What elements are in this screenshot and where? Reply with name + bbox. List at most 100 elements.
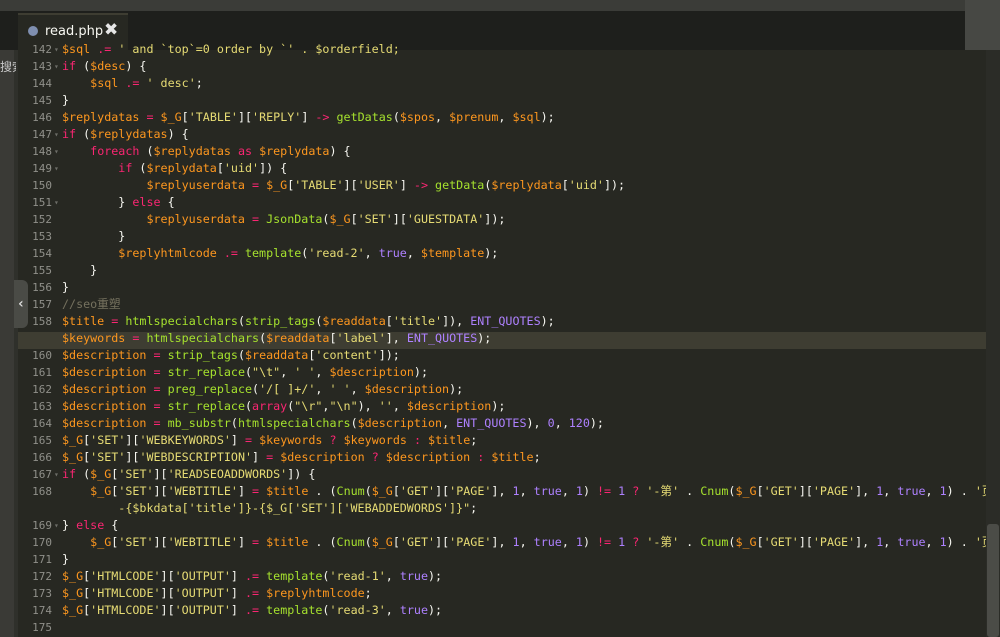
code-token: $_G [371,535,393,549]
code-line[interactable]: if ($_G['SET']['READSEOADDWORDS']) { [62,466,315,483]
code-token: ? [625,484,647,498]
code-token: ), [357,399,379,413]
code-line[interactable]: } [62,279,69,296]
code-line[interactable]: if ($desc) { [62,58,146,75]
code-token: $_G [62,586,84,600]
code-token: $desc [90,59,126,73]
code-token: ][ [798,484,813,498]
line-number: 166 [32,451,52,464]
code-line[interactable]: $_G['HTMLCODE']['OUTPUT'] .= template('r… [62,602,442,619]
code-line[interactable]: $description = preg_replace('/[ ]+/', ' … [62,381,463,398]
fold-arrow-icon[interactable]: ▾ [54,160,62,177]
line-number: 147 [32,128,52,141]
code-line[interactable]: $replyhtmlcode .= template('read-2', tru… [62,245,498,262]
code-line[interactable]: $sql .= ' and `top`=0 order by `' . $ord… [62,41,400,58]
code-token: ( [139,144,154,158]
code-line[interactable]: $_G['SET']['WEBTITLE'] = $title . (Cnum(… [62,483,986,500]
code-line[interactable]: $_G['HTMLCODE']['OUTPUT'] .= template('r… [62,568,442,585]
fold-arrow-icon[interactable]: ▾ [54,143,62,160]
fold-arrow-icon[interactable]: ▾ [54,466,62,483]
code-token: preg_replace [167,382,253,396]
code-line[interactable]: $_G['HTMLCODE']['OUTPUT'] .= $replyhtmlc… [62,585,372,602]
code-line[interactable]: $description = strip_tags($readdata['con… [62,347,400,364]
code-token: strip_tags [167,348,238,362]
code-token: ] [230,569,238,583]
code-line[interactable]: -{$bkdata['title']}-{$_G['SET']['WEBADDE… [62,500,477,517]
code-line[interactable]: $sql .= ' desc'; [62,75,203,92]
code-token: .= [237,586,267,600]
code-token: 'GET' [399,484,436,498]
code-token: [ [350,212,358,226]
code-line[interactable]: } else { [62,517,118,534]
code-token: ' ' [329,382,351,396]
code-token: [ [756,484,764,498]
code-line[interactable]: $description = str_replace(array("\r","\… [62,398,505,415]
code-token: 'uid' [568,178,604,192]
close-tab-icon[interactable]: ✖ [104,20,118,40]
code-line[interactable]: $replyuserdata = JsonData($_G['SET']['GU… [62,211,505,228]
code-token: $title [428,433,471,447]
code-token: -{$bkdata['title']}-{$_G['SET']['WEBADDE… [118,501,471,515]
vertical-scrollbar[interactable] [986,50,1000,637]
code-token: , [519,535,534,549]
code-token: $description [385,450,471,464]
code-line[interactable]: $description = str_replace("\t", ' ', $d… [62,364,428,381]
code-line[interactable]: } [62,92,69,109]
code-line[interactable]: $_G['SET']['WEBTITLE'] = $title . (Cnum(… [62,534,986,551]
code-token: $description [329,365,414,379]
code-line[interactable]: if ($replydatas) { [62,126,189,143]
code-line[interactable]: //seo重塑 [62,296,121,313]
code-token: 'SET' [90,450,126,464]
code-token: ]) { [259,161,288,175]
code-token: ] [237,484,246,498]
code-token: ENT_QUOTES [456,416,527,430]
code-token: $_G [160,110,182,124]
code-token: , [519,484,534,498]
code-line[interactable]: $_G['SET']['WEBDESCRIPTION'] = $descript… [62,449,541,466]
code-token: $_G [735,484,757,498]
code-token: ( [392,110,400,124]
code-token: ( [244,365,253,379]
code-line[interactable]: $replyuserdata = $_G ['TABLE']['USER'] ->… [62,177,625,194]
fold-arrow-icon[interactable]: ▾ [54,194,62,211]
code-token: [ [329,331,337,345]
code-editor[interactable]: $sql .= ' and `top`=0 order by `' . $ord… [62,40,986,637]
scrollbar-thumb[interactable] [987,524,999,637]
code-line[interactable]: } else { [62,194,174,211]
code-token: != [597,535,612,549]
code-line[interactable]: $replydatas = $_G['TABLE']['REPLY'] -> g… [62,109,555,126]
search-panel-label[interactable]: 搜索 [0,58,16,75]
line-number: 165 [32,434,52,447]
fold-arrow-icon[interactable]: ▾ [54,58,62,75]
collapse-panel-button[interactable]: ‹ [14,280,28,328]
code-token: , [392,399,407,413]
code-line[interactable]: } [62,228,125,245]
code-token: ) { [329,144,351,158]
code-token: ? [322,433,344,447]
code-token: 'PAGE' [812,535,856,549]
code-token: ][ [125,433,140,447]
code-token: 1 [512,484,520,498]
code-line[interactable]: $description = mb_substr(htmlspecialchar… [62,415,604,432]
line-number: 142 [32,43,52,56]
code-line[interactable]: } [62,262,97,279]
code-line[interactable]: if ($replydata['uid']) { [62,160,287,177]
code-token: $sql [512,110,541,124]
code-line[interactable]: $_G['SET']['WEBKEYWORDS'] = $keywords ? … [62,432,477,449]
fold-arrow-icon[interactable]: ▾ [54,41,62,58]
fold-arrow-icon[interactable]: ▾ [54,517,62,534]
code-token: $prenum [449,110,499,124]
code-token: , [925,484,940,498]
code-line[interactable]: } [62,551,69,568]
code-token: .= [216,246,245,260]
code-token: , [561,535,576,549]
code-line[interactable]: $keywords = htmlspecialchars($readdata['… [62,330,491,347]
code-line[interactable]: foreach ($replydatas as $replydata) { [62,143,351,160]
code-line[interactable]: $title = htmlspecialchars(strip_tags($re… [62,313,555,330]
code-token: ]); [378,348,400,362]
code-token: ; [195,76,203,90]
fold-arrow-icon[interactable]: ▾ [54,126,62,143]
code-token: if [62,59,77,73]
code-token: $_G [266,178,288,192]
code-token: , [561,484,576,498]
